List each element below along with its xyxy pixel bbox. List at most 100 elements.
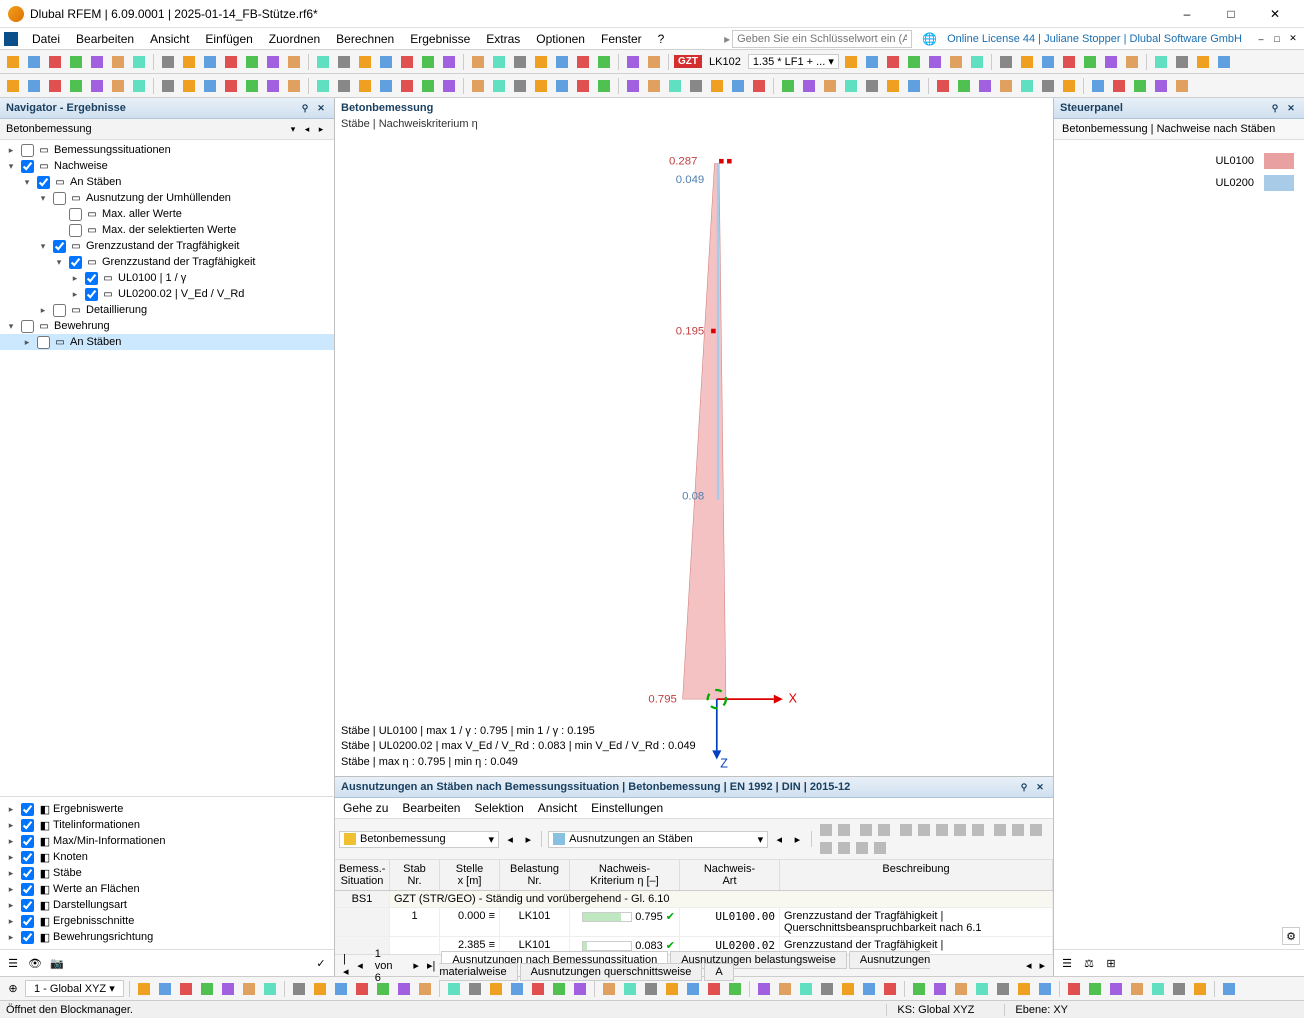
results-prev-design-button[interactable]: ◂: [503, 830, 517, 848]
legend-list-button[interactable]: ☰: [1058, 954, 1076, 972]
toolbar-button[interactable]: [285, 77, 303, 95]
toolbar-button[interactable]: [994, 980, 1012, 998]
toolbar-button[interactable]: [1039, 77, 1057, 95]
menu-datei[interactable]: Datei: [24, 29, 68, 49]
coord-button[interactable]: ⊕: [4, 980, 22, 998]
toolbar-button[interactable]: [797, 980, 815, 998]
doc-close-button[interactable]: ✕: [1286, 32, 1300, 46]
toolbar-button[interactable]: [180, 53, 198, 71]
results-tool-button[interactable]: [951, 821, 969, 839]
toolbar-button[interactable]: [687, 77, 705, 95]
menu-bearbeiten[interactable]: Bearbeiten: [68, 29, 142, 49]
display-option-checkbox[interactable]: [21, 867, 34, 880]
tree-item[interactable]: ▸▭UL0200.02 | V_Ed / V_Rd: [0, 286, 334, 302]
toolbar-button[interactable]: [1039, 53, 1057, 71]
toolbar-button[interactable]: [1060, 53, 1078, 71]
menu-berechnen[interactable]: Berechnen: [328, 29, 402, 49]
tree-expand-icon[interactable]: ▾: [52, 257, 66, 268]
tree-checkbox[interactable]: [69, 208, 82, 221]
toolbar-button[interactable]: [177, 980, 195, 998]
toolbar-button[interactable]: [1173, 53, 1191, 71]
toolbar-button[interactable]: [335, 53, 353, 71]
tree-expand-icon[interactable]: ▸: [20, 337, 34, 348]
toolbar-button[interactable]: [532, 53, 550, 71]
toolbar-button[interactable]: [776, 980, 794, 998]
option-expand-icon[interactable]: ▸: [4, 820, 18, 831]
option-expand-icon[interactable]: ▸: [4, 900, 18, 911]
menu-?[interactable]: ?: [650, 29, 673, 49]
toolbar-button[interactable]: [1128, 980, 1146, 998]
toolbar-button[interactable]: [261, 980, 279, 998]
results-tool-button[interactable]: [835, 839, 853, 857]
toolbar-button[interactable]: [553, 77, 571, 95]
toolbar-button[interactable]: [1107, 980, 1125, 998]
nav-diagram-button[interactable]: ✓: [312, 954, 330, 972]
toolbar-button[interactable]: [934, 77, 952, 95]
toolbar-button[interactable]: [377, 77, 395, 95]
tree-item[interactable]: ▾▭Nachweise: [0, 158, 334, 174]
tree-item[interactable]: ▸▭Detaillierung: [0, 302, 334, 318]
tree-checkbox[interactable]: [21, 144, 34, 157]
display-option-checkbox[interactable]: [21, 931, 34, 944]
toolbar-button[interactable]: [201, 77, 219, 95]
toolbar-button[interactable]: [955, 77, 973, 95]
toolbar-button[interactable]: [180, 77, 198, 95]
tree-item[interactable]: ▾▭Grenzzustand der Tragfähigkeit: [0, 254, 334, 270]
toolbar-button[interactable]: [931, 980, 949, 998]
toolbar-button[interactable]: [377, 53, 395, 71]
toolbar-button[interactable]: [290, 980, 308, 998]
toolbar-button[interactable]: [708, 77, 726, 95]
results-close-icon[interactable]: ✕: [1033, 780, 1047, 794]
toolbar-button[interactable]: [571, 980, 589, 998]
toolbar-button[interactable]: [469, 77, 487, 95]
toolbar-button[interactable]: [947, 53, 965, 71]
menu-optionen[interactable]: Optionen: [528, 29, 593, 49]
toolbar-button[interactable]: [356, 53, 374, 71]
toolbar-button[interactable]: [1170, 980, 1188, 998]
navigator-next-button[interactable]: ▸: [314, 122, 328, 136]
results-tool-button[interactable]: [835, 821, 853, 839]
tree-item[interactable]: ▭Max. aller Werte: [0, 206, 334, 222]
tree-item[interactable]: ▾▭Grenzzustand der Tragfähigkeit: [0, 238, 334, 254]
toolbar-button[interactable]: [109, 53, 127, 71]
toolbar-button[interactable]: [729, 77, 747, 95]
display-option-checkbox[interactable]: [21, 803, 34, 816]
toolbar-button[interactable]: [1081, 53, 1099, 71]
toolbar-button[interactable]: [842, 53, 860, 71]
menu-fenster[interactable]: Fenster: [593, 29, 650, 49]
toolbar-button[interactable]: [1152, 53, 1170, 71]
tree-checkbox[interactable]: [53, 304, 66, 317]
control-panel-pin-icon[interactable]: ⚲: [1268, 101, 1282, 115]
tree-checkbox[interactable]: [21, 160, 34, 173]
option-expand-icon[interactable]: ▸: [4, 868, 18, 879]
coord-system-dropdown[interactable]: 1 - Global XYZ ▾: [25, 980, 124, 997]
display-option-checkbox[interactable]: [21, 915, 34, 928]
menu-extras[interactable]: Extras: [478, 29, 528, 49]
control-panel-tool-button[interactable]: ⚙: [1282, 927, 1300, 945]
toolbar-button[interactable]: [264, 77, 282, 95]
toolbar-button[interactable]: [881, 980, 899, 998]
tree-checkbox[interactable]: [85, 272, 98, 285]
toolbar-button[interactable]: [926, 53, 944, 71]
toolbar-button[interactable]: [46, 53, 64, 71]
navigator-pin-icon[interactable]: ⚲: [298, 101, 312, 115]
toolbar-button[interactable]: [159, 77, 177, 95]
toolbar-button[interactable]: [445, 980, 463, 998]
tree-expand-icon[interactable]: ▸: [36, 305, 50, 316]
display-option-checkbox[interactable]: [21, 899, 34, 912]
toolbar-button[interactable]: [419, 77, 437, 95]
doc-minimize-button[interactable]: –: [1254, 32, 1268, 46]
page-next-button[interactable]: ▸: [409, 959, 423, 972]
toolbar-button[interactable]: [863, 53, 881, 71]
results-next-table-button[interactable]: ▸: [790, 830, 804, 848]
tree-expand-icon[interactable]: ▸: [68, 273, 82, 284]
results-tool-button[interactable]: [871, 839, 889, 857]
results-menu-item[interactable]: Selektion: [474, 801, 523, 815]
toolbar-button[interactable]: [201, 53, 219, 71]
load-combo-dropdown[interactable]: 1.35 * LF1 + ... ▾: [748, 54, 839, 69]
toolbar-button[interactable]: [905, 77, 923, 95]
close-button[interactable]: ✕: [1254, 2, 1296, 26]
results-table-body[interactable]: BS1 GZT (STR/GEO) - Ständig und vorüberg…: [335, 891, 1053, 954]
tree-expand-icon[interactable]: ▾: [36, 193, 50, 204]
tree-checkbox[interactable]: [69, 256, 82, 269]
